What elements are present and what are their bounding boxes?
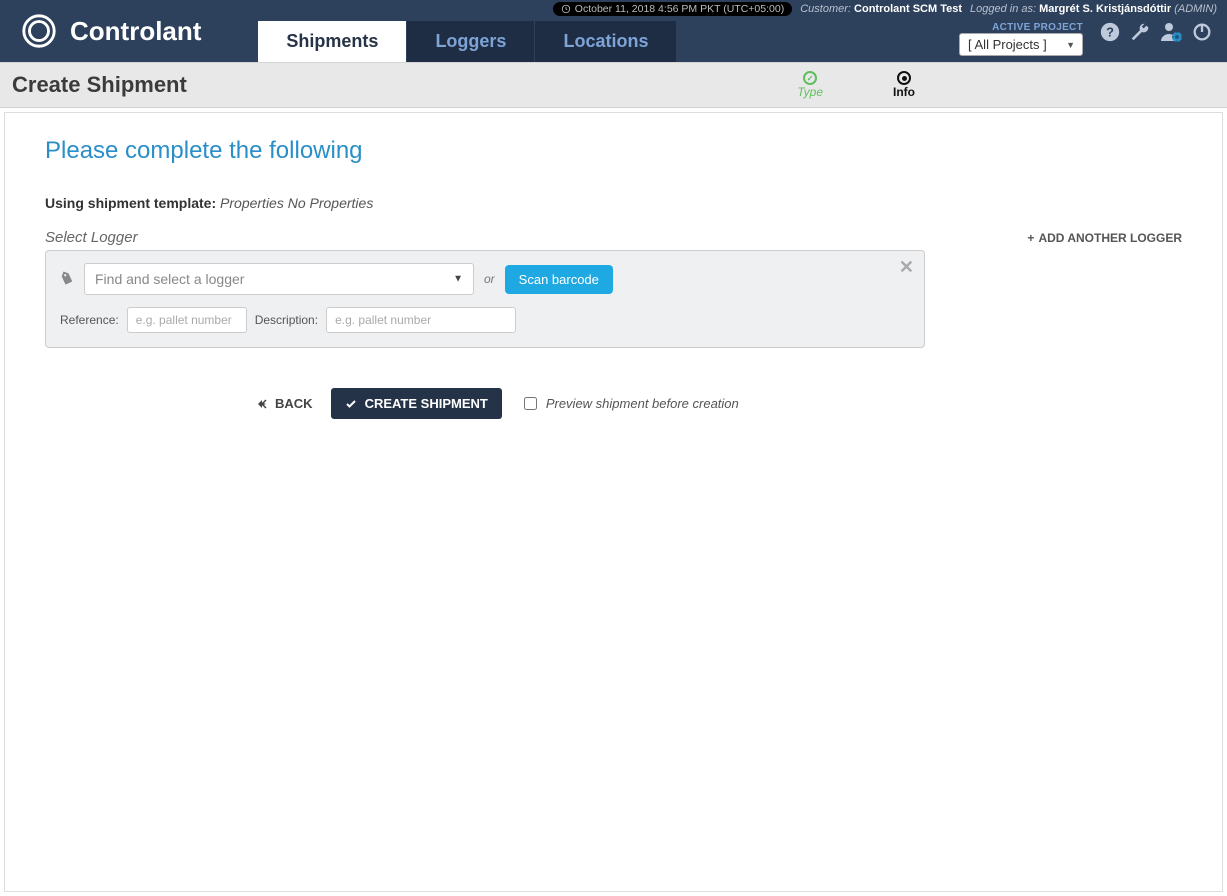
status-bar: October 11, 2018 4:56 PM PKT (UTC+05:00)… [549, 0, 1221, 18]
clock-icon [561, 4, 571, 14]
description-input[interactable] [326, 307, 516, 333]
tab-locations[interactable]: Locations [534, 21, 676, 62]
user-settings-icon[interactable] [1159, 20, 1183, 44]
back-icon [255, 398, 269, 410]
login-block: Logged in as: Margrét S. Kristjánsdóttir… [970, 3, 1217, 15]
preview-label: Preview shipment before creation [546, 396, 739, 411]
active-project: ACTIVE PROJECT [ All Projects ] [959, 22, 1083, 56]
template-info: Using shipment template: Properties No P… [45, 195, 1182, 211]
sub-header: Create Shipment ✓ Type Info [0, 62, 1227, 108]
plus-icon: + [1027, 231, 1034, 245]
or-text: or [484, 272, 495, 286]
brand: Controlant [20, 12, 201, 50]
create-shipment-button[interactable]: CREATE SHIPMENT [331, 388, 502, 419]
reference-label: Reference: [60, 313, 119, 327]
project-select[interactable]: [ All Projects ] [959, 33, 1083, 56]
datetime-text: October 11, 2018 4:56 PM PKT (UTC+05:00) [575, 3, 784, 15]
datetime-pill: October 11, 2018 4:56 PM PKT (UTC+05:00) [553, 2, 792, 16]
svg-text:?: ? [1106, 25, 1114, 40]
main-content: Please complete the following Using ship… [4, 112, 1223, 892]
back-button[interactable]: BACK [255, 396, 313, 411]
preview-checkbox[interactable] [524, 397, 537, 410]
description-label: Description: [255, 313, 318, 327]
wizard-steps: ✓ Type Info [797, 71, 915, 99]
add-another-logger[interactable]: + ADD ANOTHER LOGGER [1027, 231, 1182, 245]
section-heading: Please complete the following [45, 137, 1182, 165]
wrench-icon[interactable] [1129, 21, 1151, 43]
tab-loggers[interactable]: Loggers [406, 21, 534, 62]
tab-shipments[interactable]: Shipments [257, 21, 406, 62]
power-icon[interactable] [1191, 21, 1213, 43]
step-info[interactable]: Info [893, 71, 915, 99]
select-logger-label: Select Logger [45, 229, 138, 246]
help-icon[interactable]: ? [1099, 21, 1121, 43]
page-title: Create Shipment [12, 72, 187, 98]
logo-icon [20, 12, 58, 50]
close-icon[interactable]: ✕ [899, 257, 914, 278]
logger-select[interactable]: Find and select a logger [84, 263, 474, 295]
step-type[interactable]: ✓ Type [797, 71, 823, 99]
brand-name: Controlant [70, 16, 201, 47]
scan-barcode-button[interactable]: Scan barcode [505, 265, 613, 294]
logger-card: ✕ Find and select a logger or Scan barco… [45, 250, 925, 348]
preview-checkbox-wrap[interactable]: Preview shipment before creation [520, 394, 739, 413]
reference-input[interactable] [127, 307, 247, 333]
customer-block: Customer: Controlant SCM Test [800, 3, 962, 15]
tag-icon [58, 270, 76, 288]
project-label: ACTIVE PROJECT [992, 22, 1083, 33]
check-icon [345, 398, 357, 410]
app-header: October 11, 2018 4:56 PM PKT (UTC+05:00)… [0, 0, 1227, 62]
